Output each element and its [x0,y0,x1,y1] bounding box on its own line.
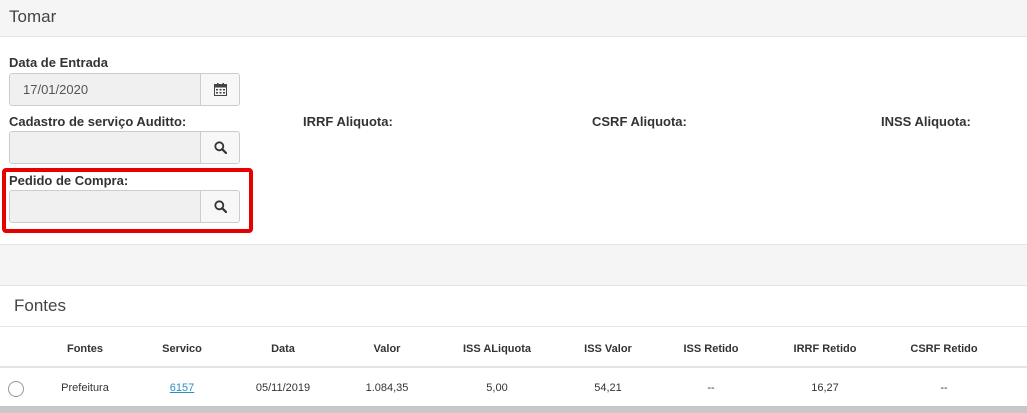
pedido-compra-highlight [2,168,253,233]
panel-header: Tomar [0,0,1027,37]
section-divider [0,244,1027,286]
data-entrada-input[interactable] [10,74,201,105]
col-iss-valor: ISS Valor [584,343,632,355]
cadastro-servico-search-button[interactable] [201,132,239,163]
table-header-rule [0,366,1027,368]
inss-aliquota-label: INSS Aliquota: [881,114,971,129]
col-irrf-retido: IRRF Retido [793,343,857,355]
servico-link[interactable]: 6157 [170,382,194,394]
data-entrada-label: Data de Entrada [9,55,108,70]
cell-data: 05/11/2019 [255,382,311,394]
cell-iss-retido: -- [707,382,715,394]
csrf-aliquota-label: CSRF Aliquota: [592,114,687,129]
cadastro-servico-group [9,131,240,164]
cell-iss-valor: 54,21 [594,382,622,394]
cadastro-servico-input[interactable] [10,132,201,163]
col-iss-retido: ISS Retido [683,343,739,355]
horizontal-scrollbar[interactable] [0,406,1027,413]
panel-title: Tomar [9,7,57,26]
date-picker-button[interactable] [201,74,239,105]
cell-fontes: Prefeitura [61,382,109,394]
cadastro-servico-label: Cadastro de serviço Auditto: [9,114,187,129]
cell-csrf-retido: -- [940,382,948,394]
row-select-radio[interactable] [8,381,24,397]
fontes-title: Fontes [14,296,66,315]
col-fontes: Fontes [66,343,104,355]
data-entrada-group [9,73,240,106]
fontes-rule [0,326,1027,327]
cell-iss-aliquota: 5,00 [486,382,508,394]
search-icon [213,141,227,154]
col-servico: Servico [162,343,202,355]
cell-irrf-retido: 16,27 [811,382,839,394]
col-iss-aliquota: ISS ALiquota [462,343,532,355]
irrf-aliquota-label: IRRF Aliquota: [303,114,393,129]
col-csrf-retido: CSRF Retido [910,343,978,355]
cell-valor: 1.084,35 [365,382,409,394]
calendar-icon [213,83,227,96]
col-valor: Valor [373,343,401,355]
col-data: Data [271,343,295,355]
